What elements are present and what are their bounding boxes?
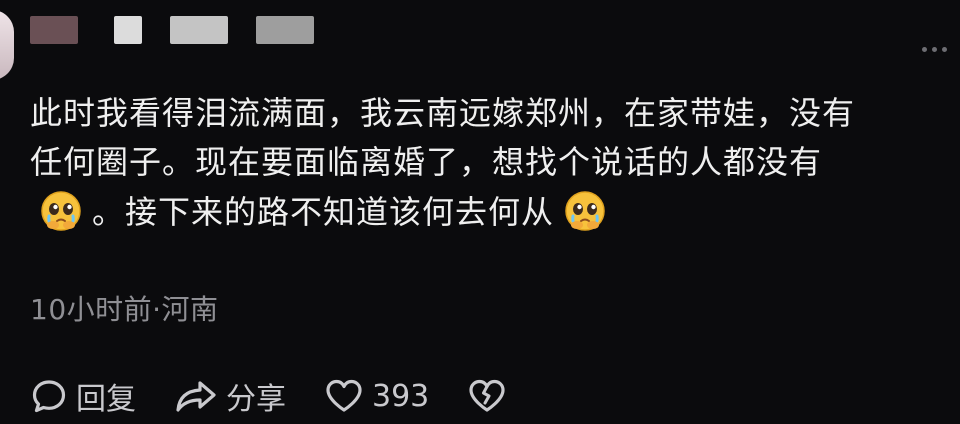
comment-line: 任何圈子。现在要面临离婚了，想找个说话的人都没有 bbox=[30, 143, 823, 181]
share-arrow-icon bbox=[174, 377, 218, 415]
meta-separator: · bbox=[152, 293, 162, 326]
reply-label: 回复 bbox=[76, 382, 136, 417]
avatar[interactable] bbox=[0, 10, 14, 80]
like-count: 393 bbox=[372, 378, 430, 414]
share-button[interactable]: 分享 bbox=[174, 374, 286, 418]
comment-bubble-icon bbox=[30, 377, 68, 415]
comment-line-3: 。接下来的路不知道该何去何从 bbox=[30, 190, 945, 239]
comment-actions: 回复 分享 393 bbox=[30, 372, 545, 420]
share-label: 分享 bbox=[226, 382, 286, 417]
location: 河南 bbox=[161, 293, 219, 326]
more-icon-dot bbox=[941, 46, 947, 52]
dislike-button[interactable] bbox=[467, 377, 507, 415]
comment-line-3-text: 。接下来的路不知道该何去何从 bbox=[92, 193, 555, 231]
pleading-face-emoji-icon bbox=[564, 190, 606, 232]
comment-line: 此时我看得泪流满面，我云南远嫁郑州，在家带娃，没有 bbox=[30, 94, 856, 132]
reply-button[interactable]: 回复 bbox=[30, 374, 136, 418]
comment-meta: 10小时前·河南 bbox=[30, 288, 219, 328]
more-options-button[interactable] bbox=[914, 40, 954, 58]
pleading-face-emoji-icon bbox=[40, 190, 82, 232]
like-button[interactable]: 393 bbox=[324, 377, 429, 415]
heart-icon bbox=[324, 377, 364, 415]
more-icon bbox=[921, 46, 927, 52]
comment-text: 此时我看得泪流满面，我云南远嫁郑州，在家带娃，没有 任何圈子。现在要面临离婚了，… bbox=[30, 92, 945, 239]
broken-heart-icon bbox=[467, 377, 507, 415]
timestamp: 10小时前 bbox=[30, 293, 153, 326]
more-icon-dot bbox=[931, 46, 937, 52]
